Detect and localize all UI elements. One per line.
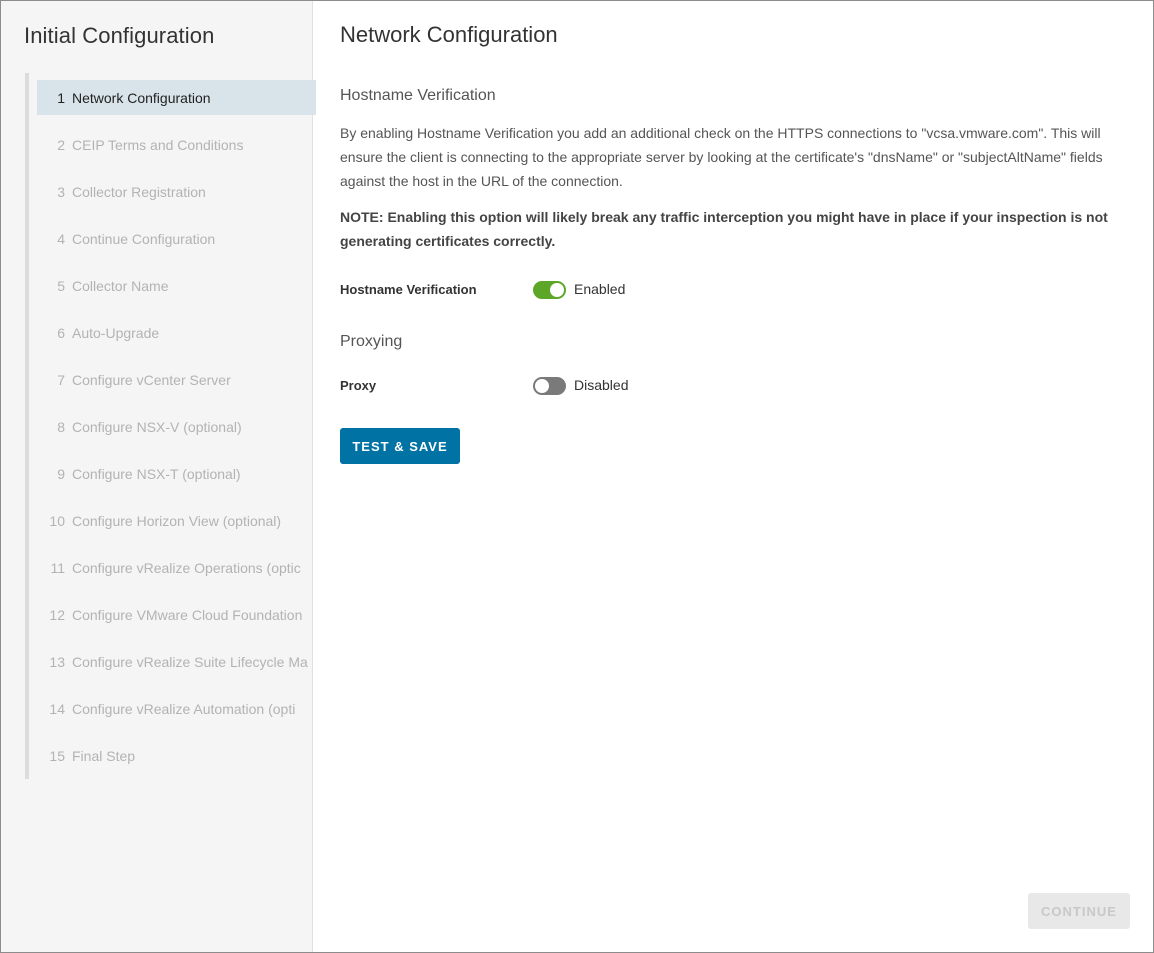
step-item[interactable]: 1 Network Configuration — [37, 80, 316, 115]
page-title: Network Configuration — [340, 22, 558, 47]
hostname-section-title: Hostname Verification — [340, 87, 496, 104]
step-item[interactable]: 14 Configure vRealize Automation (opti — [37, 691, 316, 726]
step-item[interactable]: 3 Collector Registration — [37, 174, 316, 209]
step-number: 2 — [57, 136, 65, 153]
step-number: 5 — [57, 277, 65, 294]
step-item[interactable]: 4 Continue Configuration — [37, 221, 316, 256]
hostname-verification-state: Enabled — [574, 281, 626, 297]
test-save-button[interactable]: TEST & SAVE — [340, 428, 460, 464]
toggle-knob — [550, 283, 564, 297]
step-label: Collector Name — [72, 277, 169, 294]
step-item[interactable]: 2 CEIP Terms and Conditions — [37, 127, 316, 162]
step-number: 1 — [57, 89, 65, 106]
main-panel: Network Configuration Hostname Verificat… — [313, 1, 1153, 952]
step-label: Auto-Upgrade — [72, 324, 160, 341]
step-item[interactable]: 7 Configure vCenter Server — [37, 362, 316, 397]
step-label: Configure VMware Cloud Foundation — [72, 606, 303, 623]
step-number: 11 — [50, 559, 65, 576]
step-label: Configure NSX-T (optional) — [72, 465, 241, 482]
step-number: 8 — [57, 418, 65, 435]
step-item[interactable]: 12 Configure VMware Cloud Foundation — [37, 597, 316, 632]
step-number: 13 — [49, 653, 65, 670]
proxying-section-title: Proxying — [340, 333, 403, 350]
step-item[interactable]: 10 Configure Horizon View (optional) — [37, 503, 316, 538]
step-label: Configure vRealize Operations (optic — [72, 559, 301, 576]
step-item[interactable]: 6 Auto-Upgrade — [37, 315, 316, 350]
step-label: Configure vCenter Server — [72, 371, 231, 388]
step-item[interactable]: 15 Final Step — [37, 738, 316, 773]
step-number: 4 — [57, 230, 65, 247]
step-label: Configure Horizon View (optional) — [72, 512, 282, 529]
step-number: 15 — [49, 747, 65, 764]
proxy-label: Proxy — [340, 378, 377, 393]
hostname-note: NOTE: Enabling this option will likely b… — [340, 209, 1108, 249]
step-number: 14 — [49, 700, 65, 717]
dialog-window: Initial Configuration 1 Network Configura… — [0, 0, 1154, 953]
step-label: Network Configuration — [72, 89, 211, 106]
step-label: Configure vRealize Automation (opti — [72, 700, 296, 717]
step-label: Continue Configuration — [72, 230, 216, 247]
step-item[interactable]: 9 Configure NSX-T (optional) — [37, 456, 316, 491]
step-list: 1 Network Configuration 2 CEIP Terms and Co… — [25, 73, 316, 779]
proxy-state: Disabled — [574, 377, 629, 393]
continue-button[interactable]: CONTINUE — [1028, 893, 1130, 929]
step-item[interactable]: 13 Configure vRealize Suite Lifecycle Ma — [37, 644, 316, 679]
step-label: Configure vRealize Suite Lifecycle Ma — [72, 653, 308, 670]
step-number: 10 — [49, 512, 65, 529]
toggle-knob — [535, 379, 549, 393]
hostname-verification-toggle[interactable] — [533, 281, 566, 299]
step-number: 9 — [57, 465, 65, 482]
step-number: 6 — [57, 324, 65, 341]
step-label: CEIP Terms and Conditions — [72, 136, 244, 153]
step-item[interactable]: 11 Configure vRealize Operations (optic — [37, 550, 316, 585]
step-item[interactable]: 8 Configure NSX-V (optional) — [37, 409, 316, 444]
step-label: Collector Registration — [72, 183, 206, 200]
step-number: 3 — [57, 183, 65, 200]
step-item[interactable]: 5 Collector Name — [37, 268, 316, 303]
step-label: Configure NSX-V (optional) — [72, 418, 242, 435]
sidebar-title: Initial Configuration — [24, 23, 215, 48]
step-number: 12 — [49, 606, 65, 623]
hostname-verification-label: Hostname Verification — [340, 282, 477, 297]
hostname-description: By enabling Hostname Verification you ad… — [340, 125, 1103, 189]
proxy-toggle[interactable] — [533, 377, 566, 395]
step-number: 7 — [57, 371, 65, 388]
sidebar: Initial Configuration 1 Network Configura… — [1, 1, 316, 952]
step-label: Final Step — [72, 747, 136, 764]
